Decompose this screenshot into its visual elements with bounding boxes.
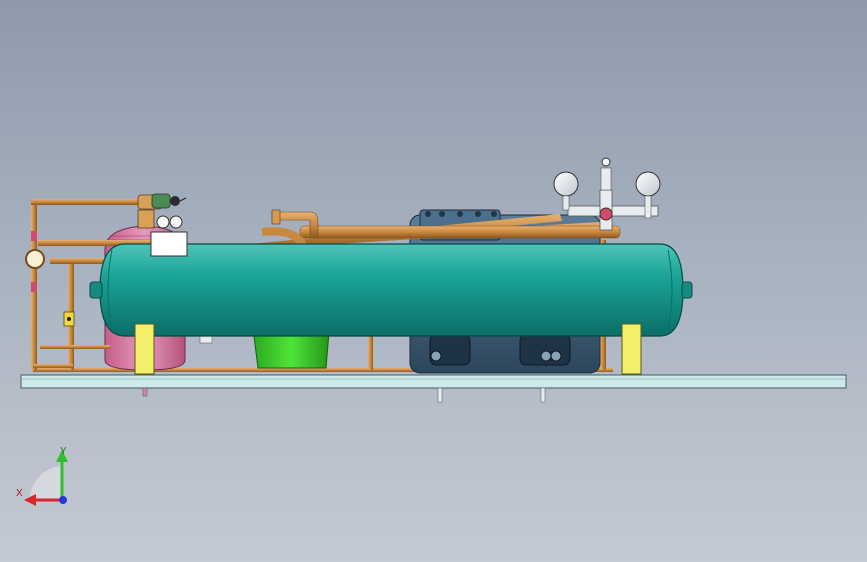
- triad-x-label: X: [16, 488, 23, 499]
- triad-y-label: Y: [60, 446, 67, 457]
- view-orientation-triad: Y X: [16, 446, 68, 506]
- base-frame[interactable]: [20, 374, 847, 403]
- z-axis: [59, 496, 67, 504]
- receiver-tank[interactable]: [89, 243, 693, 337]
- cad-graphics-viewport[interactable]: Y X: [0, 0, 867, 562]
- solenoid-valve[interactable]: [151, 193, 187, 209]
- nameplate[interactable]: [150, 215, 188, 257]
